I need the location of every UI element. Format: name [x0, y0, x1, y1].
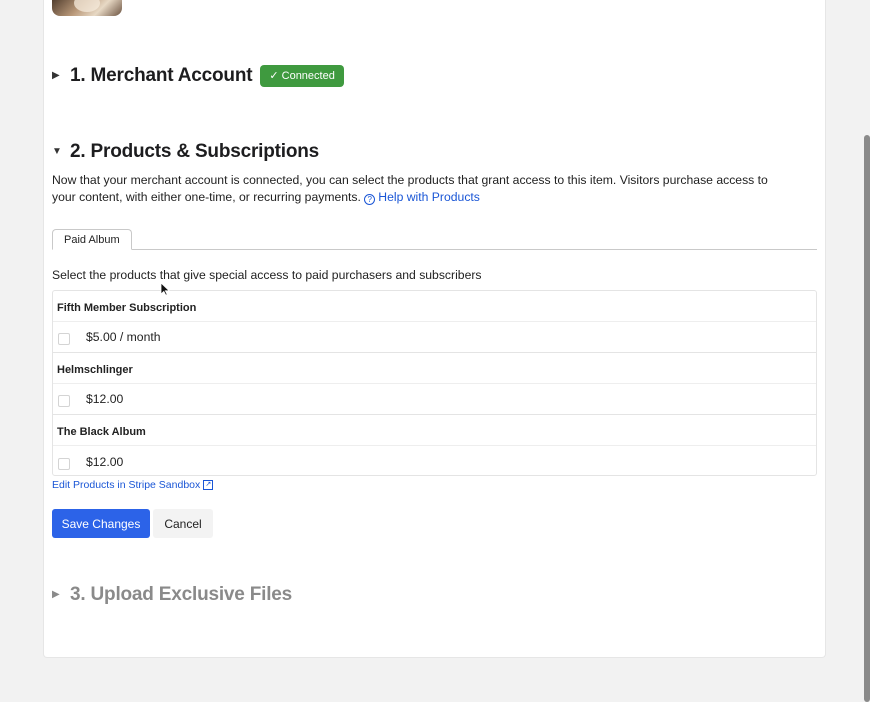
- product-group: Fifth Member Subscription $5.00 / month: [53, 291, 816, 353]
- item-thumbnail: [52, 0, 122, 16]
- section-merchant-account[interactable]: ▶ 1. Merchant Account ✓ Connected: [52, 64, 344, 87]
- edit-products-label: Edit Products in Stripe Sandbox: [52, 479, 201, 491]
- products-description: Now that your merchant account is connec…: [52, 172, 792, 206]
- save-changes-button[interactable]: Save Changes: [52, 509, 150, 538]
- tab-paid-album[interactable]: Paid Album: [52, 229, 132, 250]
- product-name: The Black Album: [53, 415, 816, 446]
- price-label: $12.00: [86, 454, 124, 469]
- mouse-cursor-icon: [160, 282, 170, 296]
- edit-products-link[interactable]: Edit Products in Stripe Sandbox ↗: [52, 479, 214, 491]
- product-tabs: Paid Album: [52, 229, 817, 250]
- price-row[interactable]: $5.00 / month: [53, 322, 816, 353]
- scrollbar-thumb[interactable]: [864, 135, 870, 702]
- price-row[interactable]: $12.00: [53, 446, 816, 477]
- section-upload-exclusive-files[interactable]: ▶ 3. Upload Exclusive Files: [52, 583, 292, 606]
- product-group: The Black Album $12.00: [53, 415, 816, 477]
- external-link-icon: ↗: [203, 480, 214, 490]
- product-group: Helmschlinger $12.00: [53, 353, 816, 415]
- page-scrollbar[interactable]: [864, 0, 870, 702]
- cancel-button[interactable]: Cancel: [153, 509, 213, 538]
- section-title: 3. Upload Exclusive Files: [70, 583, 293, 605]
- products-instructions: Select the products that give special ac…: [52, 268, 482, 282]
- help-link-label: Help with Products: [378, 190, 480, 204]
- section-title: 1. Merchant Account: [70, 64, 253, 86]
- section-title: 2. Products & Subscriptions: [70, 140, 320, 162]
- price-checkbox[interactable]: [58, 457, 70, 470]
- price-checkbox[interactable]: [58, 333, 70, 345]
- triangle-right-icon: ▶: [52, 588, 60, 600]
- product-list: Fifth Member Subscription $5.00 / month …: [52, 290, 817, 476]
- price-label: $5.00 / month: [86, 330, 161, 344]
- help-link[interactable]: ? Help with Products: [364, 190, 480, 205]
- price-checkbox[interactable]: [58, 395, 70, 407]
- triangle-down-icon: ▼: [52, 145, 62, 157]
- section-products-subscriptions[interactable]: ▼ 2. Products & Subscriptions: [52, 140, 319, 163]
- price-row[interactable]: $12.00: [53, 384, 816, 415]
- triangle-right-icon: ▶: [52, 69, 60, 81]
- product-name: Helmschlinger: [53, 353, 816, 384]
- connected-badge: ✓ Connected: [260, 64, 344, 87]
- price-label: $12.00: [86, 392, 124, 406]
- help-circle-icon: ?: [364, 194, 376, 205]
